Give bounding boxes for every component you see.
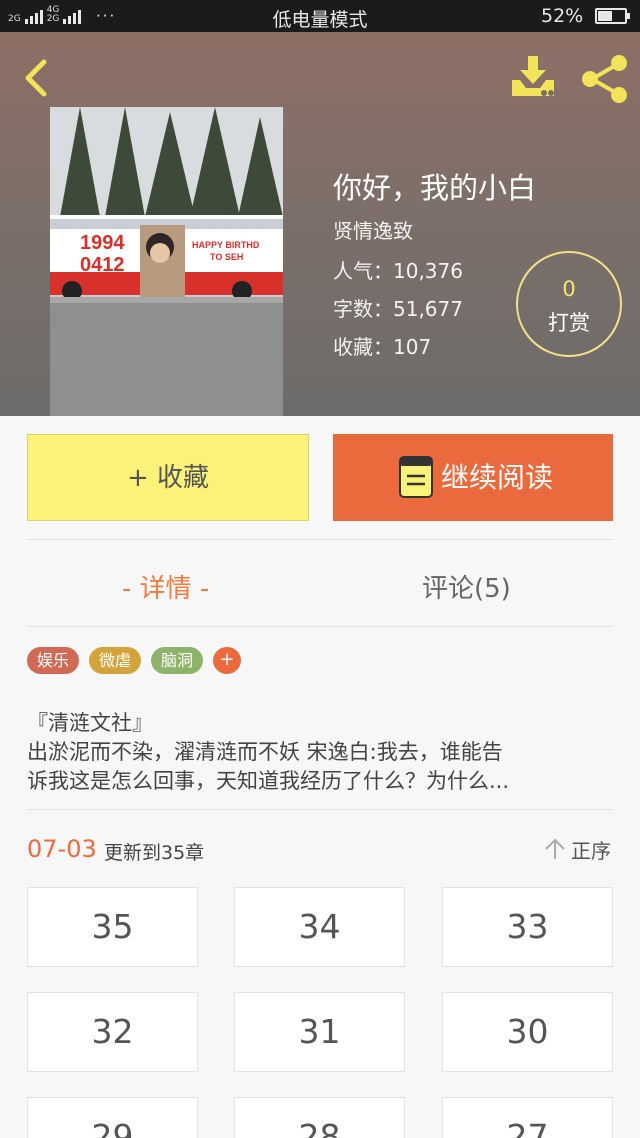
add-to-favorites-button[interactable]: + 收藏: [27, 434, 309, 521]
reward-button[interactable]: 0 打赏: [516, 251, 622, 357]
chapter-button[interactable]: 30: [442, 992, 613, 1072]
intro-line-3[interactable]: 诉我这是怎么回事，天知道我经历了什么？为什么...: [27, 765, 613, 795]
book-cover-image[interactable]: 1994 0412 HAPPY BIRTHD TO SEH: [50, 107, 283, 416]
favorites-stat: 收藏：107: [333, 335, 432, 359]
cover-text-bottom: TO SEH: [210, 252, 243, 262]
tag-entertainment[interactable]: 娱乐: [27, 647, 79, 674]
book-author[interactable]: 贤情逸致: [333, 215, 413, 244]
continue-reading-label: 继续阅读: [441, 461, 554, 494]
book-header: 1994 0412 HAPPY BIRTHD TO SEH 你好，我的小白 贤情…: [0, 32, 640, 416]
battery-fill: [598, 11, 612, 21]
reward-count: 0: [562, 277, 576, 301]
tab-detail[interactable]: - 详情 -: [122, 568, 209, 605]
share-button[interactable]: [580, 54, 630, 104]
download-icon: [512, 56, 554, 96]
divider: [27, 539, 613, 540]
cover-text-top: HAPPY BIRTHD: [192, 240, 260, 250]
tab-comments[interactable]: 评论(5): [422, 568, 511, 605]
status-bar: 2G 4G 2G ··· 低电量模式 52%: [0, 0, 640, 32]
tag-light-angst[interactable]: 微虐: [89, 647, 141, 674]
arrow-up-icon: [545, 838, 565, 859]
back-button[interactable]: [18, 56, 54, 100]
book-icon: [399, 456, 433, 498]
chapter-button[interactable]: 31: [234, 992, 405, 1072]
download-button[interactable]: [508, 54, 558, 100]
reward-label: 打赏: [548, 311, 590, 335]
cover-number-top: 1994: [80, 232, 125, 254]
chapter-button[interactable]: 33: [442, 887, 613, 967]
word-count-stat: 字数：51,677: [333, 297, 463, 321]
tag-imaginative[interactable]: 脑洞: [151, 647, 203, 674]
chevron-left-icon: [25, 59, 47, 97]
chapter-button[interactable]: 32: [27, 992, 198, 1072]
battery-percent: 52%: [541, 5, 584, 27]
cover-number-bottom: 0412: [80, 254, 125, 276]
chapter-button[interactable]: 34: [234, 887, 405, 967]
sort-order-button[interactable]: 正序: [543, 835, 613, 863]
sort-order-label: 正序: [571, 839, 611, 863]
chapter-button[interactable]: 29: [27, 1097, 198, 1138]
update-status: 更新到35章: [104, 842, 205, 864]
popularity-stat: 人气：10,376: [333, 259, 463, 283]
divider: [27, 809, 613, 810]
add-tag-button[interactable]: +: [213, 647, 241, 674]
book-title: 你好，我的小白: [333, 171, 537, 205]
battery-icon: [595, 8, 630, 24]
chapter-button[interactable]: 28: [234, 1097, 405, 1138]
divider: [27, 626, 613, 627]
share-icon: [582, 55, 627, 103]
chapter-button[interactable]: 27: [442, 1097, 613, 1138]
chapter-button[interactable]: 35: [27, 887, 198, 967]
intro-line-2: 出淤泥而不染，濯清涟而不妖 宋逸白:我去，谁能告: [27, 740, 503, 764]
update-date: 07-03: [27, 835, 97, 863]
continue-reading-button[interactable]: 继续阅读: [333, 434, 613, 521]
intro-line-1: 『清涟文社』: [27, 711, 153, 735]
cover-illustration: 1994 0412 HAPPY BIRTHD TO SEH: [50, 107, 283, 416]
